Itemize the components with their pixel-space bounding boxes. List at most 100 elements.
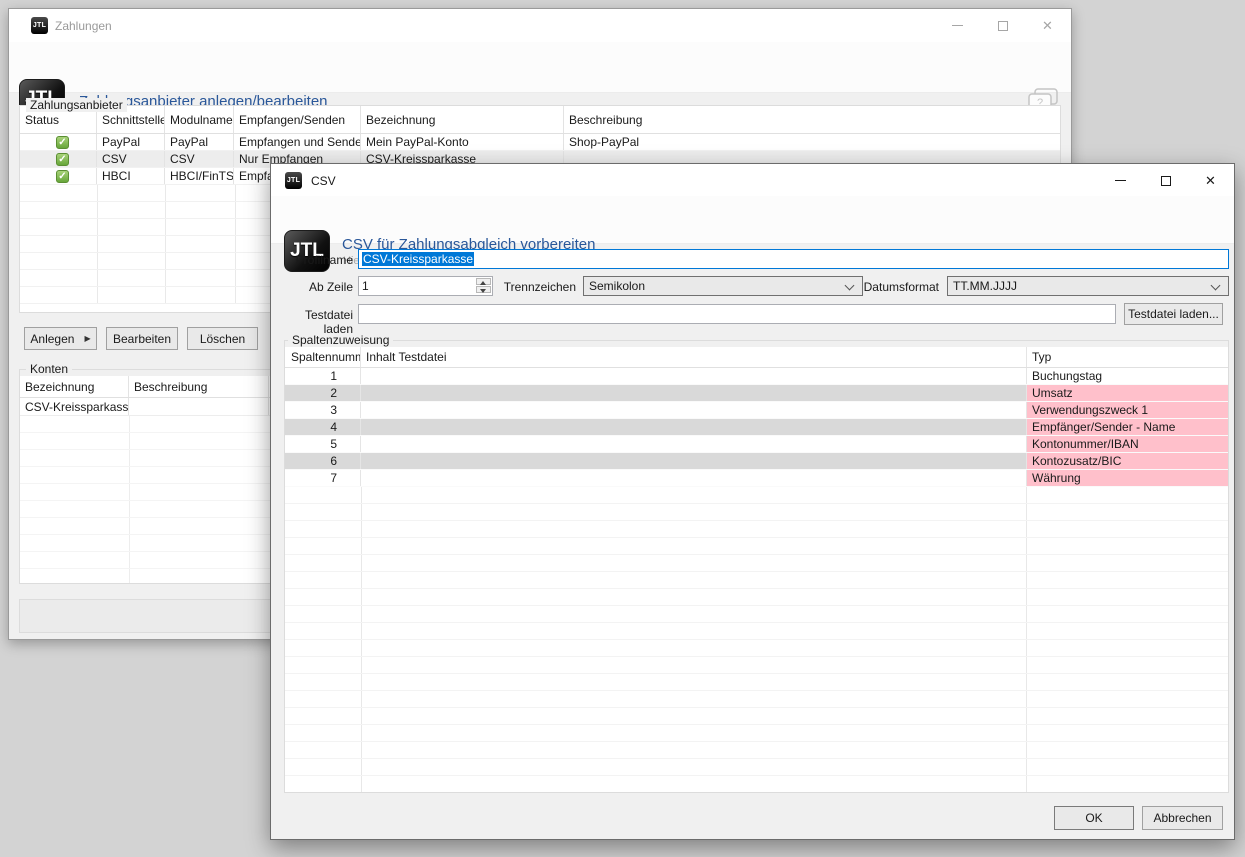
konten-group-label: Konten <box>26 362 72 376</box>
empfangen-senden-cell: Empfangen und Senden <box>234 134 361 150</box>
csv-titlebar[interactable]: JTL CSV ✕ <box>271 164 1234 197</box>
zahlungen-window-controls: ✕ <box>935 9 1070 42</box>
status-check-icon: ✓ <box>56 136 69 149</box>
typ-cell[interactable]: Umsatz <box>1027 385 1228 401</box>
anlegen-button[interactable]: Anlegen ▶ <box>24 327 97 350</box>
empty-row <box>285 674 1228 691</box>
mapping-row[interactable]: 1 Buchungstag <box>285 368 1228 385</box>
empty-row <box>285 487 1228 504</box>
mapping-row[interactable]: 3 Verwendungszweck 1 <box>285 402 1228 419</box>
profilname-input[interactable]: CSV-Kreissparkasse <box>358 249 1229 269</box>
datumsformat-value: TT.MM.JJJJ <box>953 279 1017 293</box>
mapping-table-header: Spaltennummer Inhalt Testdatei Typ <box>285 347 1228 368</box>
column-header-bezeichnung[interactable]: Bezeichnung <box>20 376 129 397</box>
spaltennummer-cell: 1 <box>285 368 361 384</box>
mapping-row[interactable]: 5 Kontonummer/IBAN <box>285 436 1228 453</box>
mapping-row[interactable]: 6 Kontozusatz/BIC <box>285 453 1228 470</box>
inhalt-cell <box>361 402 1027 418</box>
empty-row <box>285 691 1228 708</box>
csv-header-band: JTL CSV für Zahlungsabgleich vorbereiten… <box>271 196 1234 244</box>
spin-up-icon[interactable] <box>476 278 491 285</box>
maximize-button[interactable] <box>1143 164 1188 197</box>
typ-cell[interactable]: Buchungstag <box>1027 368 1228 384</box>
ok-button-label: OK <box>1085 811 1102 825</box>
close-button[interactable]: ✕ <box>1188 164 1233 197</box>
zahlungen-header-band: JTL Zahlungsanbieter anlegen/bearbeiten … <box>9 42 1071 93</box>
spaltennummer-cell: 2 <box>285 385 361 401</box>
spaltennummer-cell: 3 <box>285 402 361 418</box>
trennzeichen-select[interactable]: Semikolon <box>583 276 863 296</box>
empty-row <box>285 657 1228 674</box>
testdatei-label: Testdatei laden <box>273 308 353 336</box>
column-header-inhalt-testdatei[interactable]: Inhalt Testdatei <box>361 347 1027 367</box>
providers-group-label: Zahlungsanbieter <box>26 98 127 112</box>
column-header-beschreibung[interactable]: Beschreibung <box>129 376 269 397</box>
typ-cell[interactable]: Verwendungszweck 1 <box>1027 402 1228 418</box>
inhalt-cell <box>361 453 1027 469</box>
minimize-button[interactable] <box>935 9 980 42</box>
testdatei-laden-button[interactable]: Testdatei laden... <box>1124 303 1223 325</box>
typ-cell[interactable]: Kontonummer/IBAN <box>1027 436 1228 452</box>
abbrechen-button[interactable]: Abbrechen <box>1142 806 1223 830</box>
typ-cell[interactable]: Währung <box>1027 470 1228 486</box>
ab-zeile-value: 1 <box>362 279 369 293</box>
abbrechen-button-label: Abbrechen <box>1153 811 1211 825</box>
mapping-table: Spaltennummer Inhalt Testdatei Typ 1 Buc… <box>285 347 1228 792</box>
ab-zeile-label: Ab Zeile <box>273 280 353 294</box>
mapping-row[interactable]: 7 Währung <box>285 470 1228 487</box>
column-header-typ[interactable]: Typ <box>1027 347 1228 367</box>
typ-cell[interactable]: Empfänger/Sender - Name <box>1027 419 1228 435</box>
spaltennummer-cell: 4 <box>285 419 361 435</box>
menu-arrow-icon: ▶ <box>84 334 90 343</box>
close-button[interactable]: ✕ <box>1025 9 1070 42</box>
empty-row <box>285 759 1228 776</box>
datumsformat-select[interactable]: TT.MM.JJJJ <box>947 276 1229 296</box>
testdatei-laden-button-label: Testdatei laden... <box>1128 307 1219 321</box>
spaltennummer-cell: 5 <box>285 436 361 452</box>
minimize-icon <box>1115 180 1126 181</box>
typ-cell[interactable]: Kontozusatz/BIC <box>1027 453 1228 469</box>
loeschen-button-label: Löschen <box>200 332 245 346</box>
bearbeiten-button-label: Bearbeiten <box>113 332 171 346</box>
mapping-row[interactable]: 2 Umsatz <box>285 385 1228 402</box>
empty-row <box>285 776 1228 792</box>
minimize-button[interactable] <box>1098 164 1143 197</box>
ab-zeile-stepper[interactable]: 1 <box>358 276 493 296</box>
column-header-beschreibung[interactable]: Beschreibung <box>564 106 1060 133</box>
minimize-icon <box>952 25 963 26</box>
chevron-down-icon <box>845 281 855 291</box>
bearbeiten-button[interactable]: Bearbeiten <box>106 327 178 350</box>
empty-row <box>285 623 1228 640</box>
maximize-button[interactable] <box>980 9 1025 42</box>
empty-row <box>285 725 1228 742</box>
trennzeichen-value: Semikolon <box>589 279 645 293</box>
schnittstelle-cell: HBCI <box>97 168 165 184</box>
empty-row <box>285 555 1228 572</box>
beschreibung-cell: Shop-PayPal <box>564 134 1060 150</box>
column-header-spaltennummer[interactable]: Spaltennummer <box>285 347 361 367</box>
zahlungen-window-title: Zahlungen <box>55 19 112 33</box>
close-icon: ✕ <box>1042 19 1053 32</box>
csv-window-controls: ✕ <box>1098 164 1233 197</box>
ok-button[interactable]: OK <box>1054 806 1134 830</box>
status-check-icon: ✓ <box>56 170 69 183</box>
trennzeichen-label: Trennzeichen <box>496 280 576 294</box>
table-row[interactable]: ✓ PayPal PayPal Empfangen und Senden Mei… <box>20 134 1060 151</box>
column-header-bezeichnung[interactable]: Bezeichnung <box>361 106 564 133</box>
spin-down-icon[interactable] <box>476 286 491 293</box>
loeschen-button[interactable]: Löschen <box>187 327 258 350</box>
column-header-empfangen-senden[interactable]: Empfangen/Senden <box>234 106 361 133</box>
empty-row <box>285 504 1228 521</box>
spaltennummer-cell: 6 <box>285 453 361 469</box>
providers-table-header: Status Schnittstelle Modulname Empfangen… <box>20 106 1060 134</box>
zahlungen-titlebar[interactable]: JTL Zahlungen ✕ <box>9 9 1071 42</box>
mapping-row[interactable]: 4 Empfänger/Sender - Name <box>285 419 1228 436</box>
column-header-modulname[interactable]: Modulname <box>165 106 234 133</box>
schnittstelle-cell: PayPal <box>97 134 165 150</box>
empty-row <box>285 589 1228 606</box>
maximize-icon <box>1161 176 1171 186</box>
spinner-buttons[interactable] <box>476 278 491 294</box>
testdatei-input[interactable] <box>358 304 1116 324</box>
empty-row <box>285 640 1228 657</box>
desktop: JTL Zahlungen ✕ JTL Zahlungsanbieter anl… <box>0 0 1245 857</box>
